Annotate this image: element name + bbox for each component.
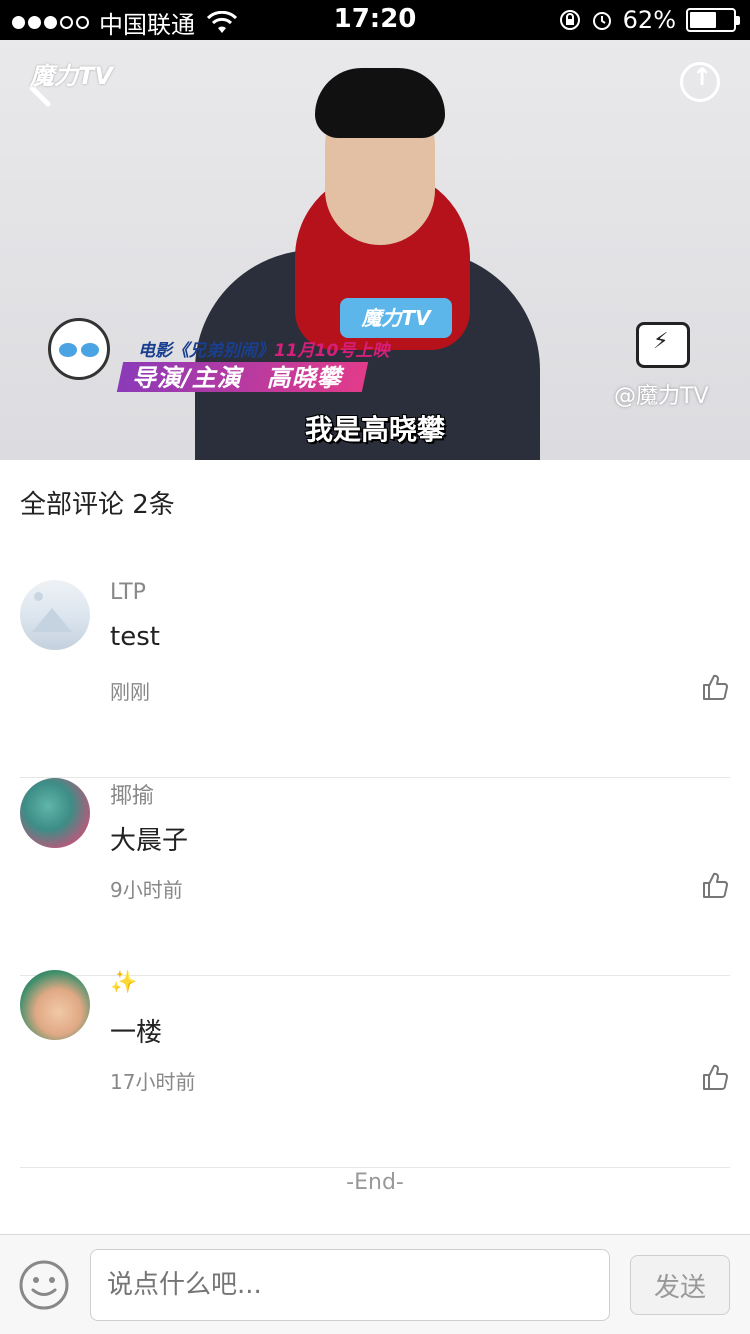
comment-author[interactable]: LTP — [110, 580, 146, 605]
thumbs-up-icon[interactable] — [700, 672, 730, 702]
caption-director: 导演/主演 高晓攀 — [132, 364, 342, 392]
send-button[interactable]: 发送 — [630, 1255, 730, 1315]
comments-header: 全部评论 2条 — [20, 490, 175, 520]
status-right: 62% — [559, 6, 740, 34]
alarm-icon — [592, 12, 611, 30]
comment-input[interactable] — [90, 1249, 610, 1321]
share-icon[interactable] — [680, 62, 720, 102]
mascot-icon — [48, 318, 110, 380]
tv-icon — [636, 322, 690, 368]
end-marker: -End- — [346, 1170, 404, 1195]
avatar[interactable] — [20, 580, 90, 650]
comment-time: 刚刚 — [110, 680, 150, 704]
comment-author[interactable]: ✨ — [110, 970, 137, 995]
video-subtitle: 我是高晓攀 — [304, 413, 445, 446]
comment-item: ✨ 一楼 17小时前 — [20, 970, 730, 1168]
avatar[interactable] — [20, 778, 90, 848]
rotation-lock-icon — [559, 10, 580, 30]
battery-percent: 62% — [622, 6, 676, 34]
comment-text: 一楼 — [110, 1018, 163, 1048]
thumbs-up-icon[interactable] — [700, 1062, 730, 1092]
avatar[interactable] — [20, 970, 90, 1040]
comment-text: 大晨子 — [110, 826, 189, 856]
thumbs-up-icon[interactable] — [700, 870, 730, 900]
channel-logo: 魔力TV — [30, 62, 113, 90]
comment-item: 揶揄 大晨子 9小时前 — [20, 778, 730, 976]
mic-sign: 魔力TV — [340, 298, 452, 338]
comment-text: test — [110, 622, 160, 652]
comment-item: LTP test 刚刚 — [20, 580, 730, 778]
battery-icon — [686, 8, 740, 32]
status-bar: 中国联通 17:20 62% — [0, 0, 750, 40]
comment-input-bar: 发送 — [0, 1234, 750, 1334]
emoji-icon[interactable] — [18, 1259, 70, 1311]
video-player[interactable]: 魔力TV 电影《兄弟别闹》11月10号上映 导演/主演 高晓攀 魔力TV 我是高… — [0, 40, 750, 460]
comment-time: 17小时前 — [110, 1070, 196, 1094]
watermark: @魔力TV — [614, 384, 709, 409]
comment-author[interactable]: 揶揄 — [110, 778, 154, 810]
comment-time: 9小时前 — [110, 878, 183, 902]
